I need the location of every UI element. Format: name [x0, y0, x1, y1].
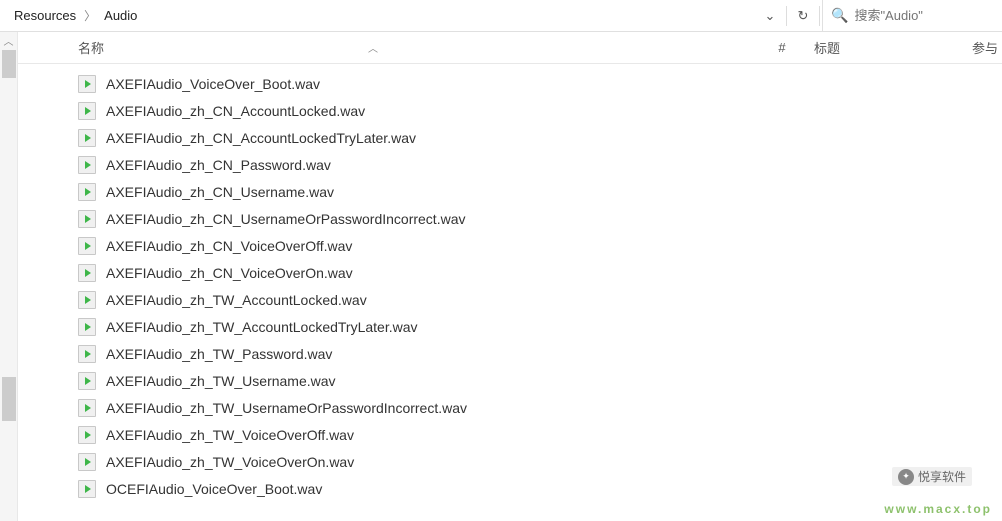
toolbar-actions: ⌄ ↻ 🔍	[756, 0, 1002, 31]
audio-file-icon	[78, 264, 96, 282]
audio-file-icon	[78, 156, 96, 174]
column-header-extra[interactable]: 参与	[972, 38, 1002, 57]
file-name-label: AXEFIAudio_zh_CN_VoiceOverOff.wav	[106, 238, 352, 254]
audio-file-icon	[78, 210, 96, 228]
column-header-number[interactable]: #	[762, 40, 802, 55]
file-row[interactable]: AXEFIAudio_zh_TW_Username.wav	[78, 367, 1002, 394]
file-name-label: OCEFIAudio_VoiceOver_Boot.wav	[106, 481, 322, 497]
file-name-label: AXEFIAudio_zh_CN_Username.wav	[106, 184, 334, 200]
file-row[interactable]: AXEFIAudio_zh_CN_VoiceOverOn.wav	[78, 259, 1002, 286]
file-row[interactable]: AXEFIAudio_VoiceOver_Boot.wav	[78, 70, 1002, 97]
file-row[interactable]: AXEFIAudio_zh_TW_UsernameOrPasswordIncor…	[78, 394, 1002, 421]
chevron-down-icon: ⌄	[765, 8, 776, 24]
sort-up-icon: ︿	[368, 40, 378, 55]
columns-header: 名称 ︿ # 标题 参与	[18, 32, 1002, 64]
file-row[interactable]: AXEFIAudio_zh_CN_Password.wav	[78, 151, 1002, 178]
audio-file-icon	[78, 426, 96, 444]
watermark-badge: ✦ 悦享软件	[892, 467, 972, 486]
watermark-badge-text: 悦享软件	[918, 468, 966, 485]
separator	[819, 6, 820, 26]
column-header-title[interactable]: 标题	[802, 38, 972, 57]
audio-file-icon	[78, 183, 96, 201]
toolbar: Resources 〉 Audio ⌄ ↻ 🔍	[0, 0, 1002, 32]
play-icon	[85, 134, 91, 142]
file-name-label: AXEFIAudio_zh_CN_Password.wav	[106, 157, 331, 173]
audio-file-icon	[78, 480, 96, 498]
file-name-label: AXEFIAudio_zh_CN_VoiceOverOn.wav	[106, 265, 353, 281]
play-icon	[85, 161, 91, 169]
file-row[interactable]: AXEFIAudio_zh_TW_VoiceOverOn.wav	[78, 448, 1002, 475]
play-icon	[85, 269, 91, 277]
file-name-label: AXEFIAudio_VoiceOver_Boot.wav	[106, 76, 320, 92]
file-name-label: AXEFIAudio_zh_TW_Username.wav	[106, 373, 336, 389]
file-name-label: AXEFIAudio_zh_TW_VoiceOverOff.wav	[106, 427, 354, 443]
audio-file-icon	[78, 318, 96, 336]
main-area: 名称 ︿ # 标题 参与 AXEFIAudio_VoiceOver_Boot.w…	[18, 32, 1002, 521]
play-icon	[85, 80, 91, 88]
play-icon	[85, 377, 91, 385]
history-down-button[interactable]: ⌄	[756, 0, 784, 31]
file-row[interactable]: AXEFIAudio_zh_TW_AccountLockedTryLater.w…	[78, 313, 1002, 340]
search-icon: 🔍	[831, 7, 848, 24]
play-icon	[85, 107, 91, 115]
audio-file-icon	[78, 453, 96, 471]
file-row[interactable]: AXEFIAudio_zh_CN_AccountLocked.wav	[78, 97, 1002, 124]
file-row[interactable]: AXEFIAudio_zh_CN_Username.wav	[78, 178, 1002, 205]
scrollbar-thumb[interactable]	[2, 50, 16, 78]
play-icon	[85, 404, 91, 412]
play-icon	[85, 485, 91, 493]
audio-file-icon	[78, 237, 96, 255]
audio-file-icon	[78, 399, 96, 417]
scroll-up-button[interactable]: ︿	[0, 32, 17, 48]
play-icon	[85, 215, 91, 223]
audio-file-icon	[78, 102, 96, 120]
audio-file-icon	[78, 75, 96, 93]
file-row[interactable]: AXEFIAudio_zh_TW_Password.wav	[78, 340, 1002, 367]
play-icon	[85, 458, 91, 466]
file-row[interactable]: AXEFIAudio_zh_TW_AccountLocked.wav	[78, 286, 1002, 313]
play-icon	[85, 323, 91, 331]
file-row[interactable]: AXEFIAudio_zh_TW_VoiceOverOff.wav	[78, 421, 1002, 448]
breadcrumb-item[interactable]: Resources	[8, 4, 82, 27]
file-name-label: AXEFIAudio_zh_TW_VoiceOverOn.wav	[106, 454, 354, 470]
play-icon	[85, 431, 91, 439]
separator	[786, 6, 787, 26]
audio-file-icon	[78, 129, 96, 147]
breadcrumb-item[interactable]: Audio	[98, 4, 143, 27]
file-row[interactable]: AXEFIAudio_zh_CN_VoiceOverOff.wav	[78, 232, 1002, 259]
file-row[interactable]: AXEFIAudio_zh_CN_AccountLockedTryLater.w…	[78, 124, 1002, 151]
file-name-label: AXEFIAudio_zh_TW_Password.wav	[106, 346, 332, 362]
file-name-label: AXEFIAudio_zh_TW_AccountLockedTryLater.w…	[106, 319, 418, 335]
breadcrumb: Resources 〉 Audio	[0, 0, 756, 31]
file-name-label: AXEFIAudio_zh_CN_AccountLockedTryLater.w…	[106, 130, 416, 146]
play-icon	[85, 242, 91, 250]
play-icon	[85, 350, 91, 358]
nav-scrollbar[interactable]: ︿	[0, 32, 18, 521]
audio-file-icon	[78, 345, 96, 363]
wechat-icon: ✦	[898, 469, 914, 485]
column-name-label: 名称	[78, 38, 104, 57]
file-name-label: AXEFIAudio_zh_CN_UsernameOrPasswordIncor…	[106, 211, 465, 227]
file-name-label: AXEFIAudio_zh_CN_AccountLocked.wav	[106, 103, 365, 119]
refresh-button[interactable]: ↻	[789, 0, 817, 31]
play-icon	[85, 188, 91, 196]
content-area: ︿ 名称 ︿ # 标题 参与 AXEFIAudio_VoiceOver_Boot…	[0, 32, 1002, 521]
file-row[interactable]: AXEFIAudio_zh_CN_UsernameOrPasswordIncor…	[78, 205, 1002, 232]
scrollbar-thumb[interactable]	[2, 377, 16, 421]
file-name-label: AXEFIAudio_zh_TW_AccountLocked.wav	[106, 292, 367, 308]
file-row[interactable]: OCEFIAudio_VoiceOver_Boot.wav	[78, 475, 1002, 502]
file-name-label: AXEFIAudio_zh_TW_UsernameOrPasswordIncor…	[106, 400, 467, 416]
search-input[interactable]	[854, 8, 994, 23]
column-header-name[interactable]: 名称 ︿	[78, 38, 762, 57]
audio-file-icon	[78, 372, 96, 390]
audio-file-icon	[78, 291, 96, 309]
refresh-icon: ↻	[798, 8, 809, 24]
play-icon	[85, 296, 91, 304]
file-list: AXEFIAudio_VoiceOver_Boot.wav AXEFIAudio_…	[18, 64, 1002, 502]
search-box[interactable]: 🔍	[822, 0, 1002, 31]
chevron-right-icon: 〉	[82, 7, 98, 24]
